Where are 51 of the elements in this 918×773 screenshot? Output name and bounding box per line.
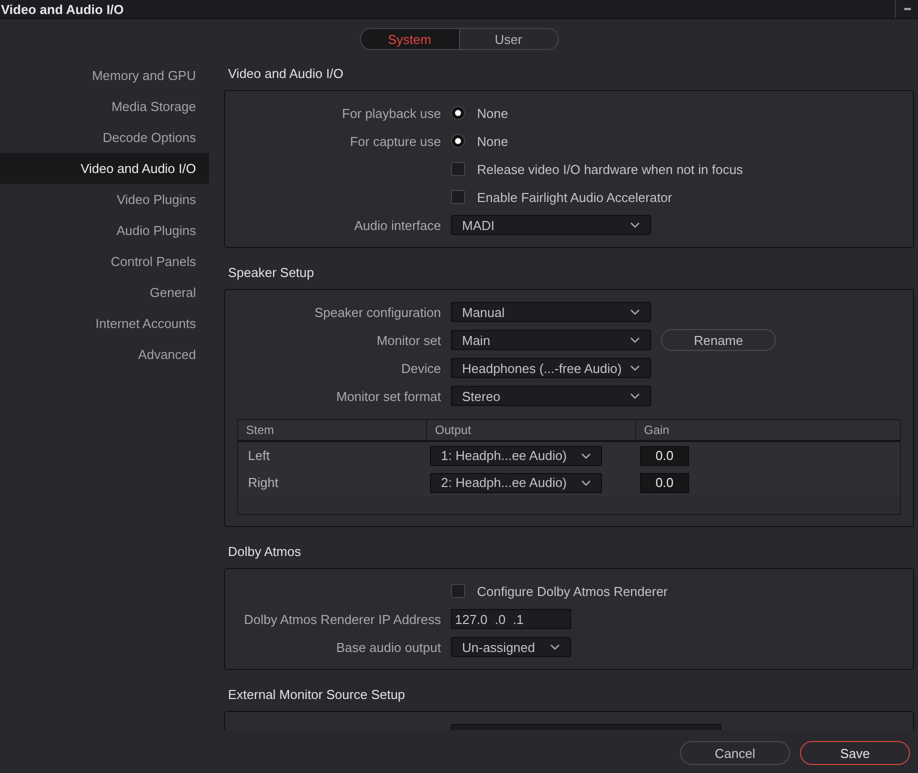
table-cell-text: Right	[247, 475, 280, 490]
checkbox-label: Release video I/O hardware when not in focus	[477, 162, 743, 176]
more-menu-button[interactable]: •••	[895, 0, 918, 18]
field-label: Speaker configuration	[314, 304, 441, 320]
field-label: Monitor set format	[335, 388, 441, 404]
field-label: Monitor set	[376, 332, 441, 348]
section-heading: External Monitor Source Setup	[227, 686, 406, 704]
table-cell-text: Left	[247, 448, 271, 463]
dropdown[interactable]: MADI	[451, 215, 651, 235]
column-header: Gain	[635, 420, 900, 440]
ip-address-field[interactable]: 127.0 .0 .1	[451, 609, 571, 629]
sidebar-item[interactable]: Audio Plugins	[0, 215, 209, 246]
section-heading: Dolby Atmos	[227, 543, 302, 561]
rename-button[interactable]: Rename	[661, 329, 776, 351]
column-header: Output	[426, 420, 635, 440]
sidebar-item[interactable]: Media Storage	[0, 91, 209, 122]
sidebar-item[interactable]: Memory and GPU	[0, 60, 209, 91]
sidebar-item[interactable]: Decode Options	[0, 122, 209, 153]
dropdown[interactable]: Un-assigned	[451, 637, 571, 657]
section-heading: Video and Audio I/O	[227, 65, 344, 83]
dropdown[interactable]: Manual	[451, 302, 651, 322]
dropdown[interactable]: Headphones (...-free Audio)	[451, 358, 651, 378]
sidebar-item[interactable]: Video Plugins	[0, 184, 209, 215]
radio-label: None	[477, 106, 508, 120]
tab[interactable]: System	[360, 29, 458, 49]
field-label: For capture use	[348, 134, 441, 148]
field-label: Audio interface	[353, 218, 441, 232]
sidebar-item[interactable]: Video and Audio I/O	[0, 153, 209, 184]
checkbox-label: Enable Fairlight Audio Accelerator	[477, 190, 672, 204]
field-label: Base audio output	[335, 640, 441, 654]
field-label: Dolby Atmos Renderer IP Address	[242, 612, 441, 626]
section-heading: Speaker Setup	[227, 264, 316, 282]
sidebar-item[interactable]: General	[0, 277, 209, 308]
sidebar-item[interactable]: Control Panels	[0, 246, 209, 277]
radio-label: None	[477, 134, 508, 148]
field-label: For playback use	[341, 106, 441, 120]
gain-field[interactable]: 0.0	[640, 446, 689, 466]
sidebar-item[interactable]: Internet Accounts	[0, 308, 209, 339]
column-header: Stem	[245, 422, 276, 439]
gain-field[interactable]: 0.0	[640, 472, 689, 492]
sidebar-item[interactable]: Advanced	[0, 339, 209, 370]
save-button[interactable]: Save	[800, 741, 910, 765]
cancel-button[interactable]: Cancel	[680, 741, 790, 765]
checkbox-label: Configure Dolby Atmos Renderer	[477, 584, 668, 598]
field-label: Device	[400, 360, 441, 376]
output-dropdown[interactable]: 2: Headph...ee Audio)	[430, 472, 602, 492]
dropdown[interactable]: Main	[451, 330, 651, 350]
window-title: Video and Audio I/O	[1, 2, 124, 16]
output-dropdown[interactable]: 1: Headph...ee Audio)	[430, 446, 602, 466]
dropdown[interactable]: Stereo	[451, 386, 651, 406]
tab[interactable]: User	[458, 29, 558, 49]
